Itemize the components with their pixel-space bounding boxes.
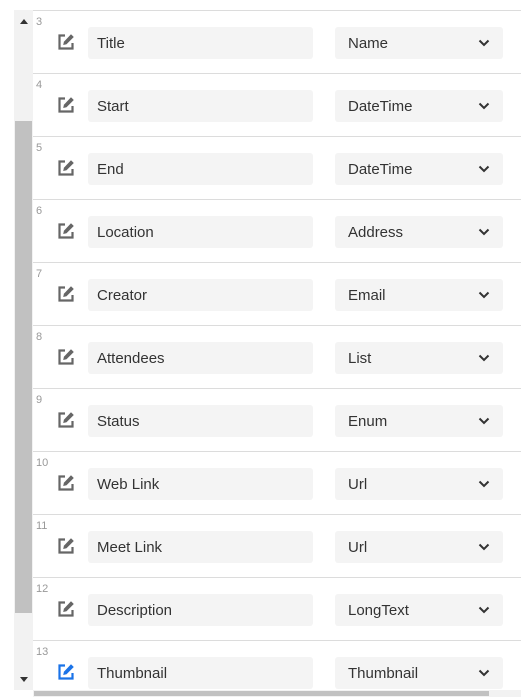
edit-icon[interactable] [55,409,77,431]
column-list: 3 Title Name 4 Start DateTime 5 End Date… [33,10,521,690]
edit-icon[interactable] [55,31,77,53]
chevron-down-icon [478,417,490,425]
horizontal-scrollbar[interactable] [33,690,521,697]
column-type-select[interactable]: Email [335,279,503,311]
chevron-down-icon [478,102,490,110]
row-number: 10 [36,457,49,469]
chevron-down-icon [478,39,490,47]
edit-icon[interactable] [55,535,77,557]
column-name-field[interactable]: Thumbnail [88,657,313,689]
row-number: 6 [36,205,43,217]
column-type-value: List [348,349,372,367]
column-row: 6 Location Address [33,200,521,263]
column-type-select[interactable]: List [335,342,503,374]
row-number: 3 [36,16,43,28]
column-name-field[interactable]: End [88,153,313,185]
column-type-value: Address [348,223,404,241]
row-number: 4 [36,79,43,91]
column-name-value: Status [97,412,140,430]
column-name-field[interactable]: Meet Link [88,531,313,563]
column-type-select[interactable]: Enum [335,405,503,437]
column-name-value: Description [97,601,173,619]
column-type-select[interactable]: Thumbnail [335,657,503,689]
chevron-down-icon [478,480,490,488]
chevron-down-icon [478,354,490,362]
column-name-field[interactable]: Creator [88,279,313,311]
row-number: 9 [36,394,43,406]
edit-icon[interactable] [55,598,77,620]
column-type-select[interactable]: Url [335,468,503,500]
edit-icon[interactable] [55,346,77,368]
column-name-value: Start [97,97,129,115]
column-type-value: Url [348,538,368,556]
chevron-down-icon [478,291,490,299]
chevron-down-icon [478,165,490,173]
scroll-up-button[interactable] [14,10,33,32]
row-number: 7 [36,268,43,280]
chevron-down-icon [478,228,490,236]
left-gutter [0,0,14,697]
chevron-down-icon [478,543,490,551]
column-name-value: Meet Link [97,538,163,556]
column-row: 5 End DateTime [33,137,521,200]
column-name-value: Web Link [97,475,160,493]
column-name-field[interactable]: Description [88,594,313,626]
horizontal-scrollbar-thumb[interactable] [34,691,489,696]
column-name-field[interactable]: Title [88,27,313,59]
column-type-value: Name [348,34,389,52]
column-name-value: Attendees [97,349,165,367]
arrow-down-icon [19,676,28,682]
column-row: 4 Start DateTime [33,74,521,137]
column-name-value: Title [97,34,125,52]
column-name-field[interactable]: Attendees [88,342,313,374]
row-number: 12 [36,583,49,595]
column-row: 3 Title Name [33,11,521,74]
column-type-value: Enum [348,412,388,430]
column-type-value: DateTime [348,97,413,115]
column-name-value: Thumbnail [97,664,168,682]
vertical-scrollbar[interactable] [14,10,33,690]
column-type-select[interactable]: LongText [335,594,503,626]
column-row: 13 Thumbnail Thumbnail [33,641,521,690]
column-type-select[interactable]: Name [335,27,503,59]
edit-icon[interactable] [55,157,77,179]
edit-icon[interactable] [55,472,77,494]
column-type-select[interactable]: Url [335,531,503,563]
column-type-value: LongText [348,601,409,619]
column-row: 11 Meet Link Url [33,515,521,578]
column-name-field[interactable]: Status [88,405,313,437]
column-row: 7 Creator Email [33,263,521,326]
column-row: 10 Web Link Url [33,452,521,515]
row-number: 8 [36,331,43,343]
chevron-down-icon [478,606,490,614]
column-name-value: End [97,160,124,178]
row-number: 11 [36,520,48,532]
column-name-value: Creator [97,286,148,304]
column-type-value: DateTime [348,160,413,178]
scrollbar-thumb[interactable] [15,121,32,613]
column-type-value: Email [348,286,386,304]
column-name-value: Location [97,223,154,241]
arrow-up-icon [19,18,28,24]
scroll-down-button[interactable] [14,668,33,690]
chevron-down-icon [478,669,490,677]
column-type-select[interactable]: DateTime [335,90,503,122]
column-type-value: Thumbnail [348,664,419,682]
column-row: 12 Description LongText [33,578,521,641]
edit-icon[interactable] [55,283,77,305]
edit-icon[interactable] [55,220,77,242]
column-name-field[interactable]: Location [88,216,313,248]
column-name-field[interactable]: Start [88,90,313,122]
column-type-select[interactable]: Address [335,216,503,248]
column-row: 9 Status Enum [33,389,521,452]
column-row: 8 Attendees List [33,326,521,389]
row-number: 13 [36,646,49,658]
edit-icon[interactable] [55,661,77,683]
column-type-select[interactable]: DateTime [335,153,503,185]
column-name-field[interactable]: Web Link [88,468,313,500]
edit-icon[interactable] [55,94,77,116]
row-number: 5 [36,142,43,154]
column-type-value: Url [348,475,368,493]
